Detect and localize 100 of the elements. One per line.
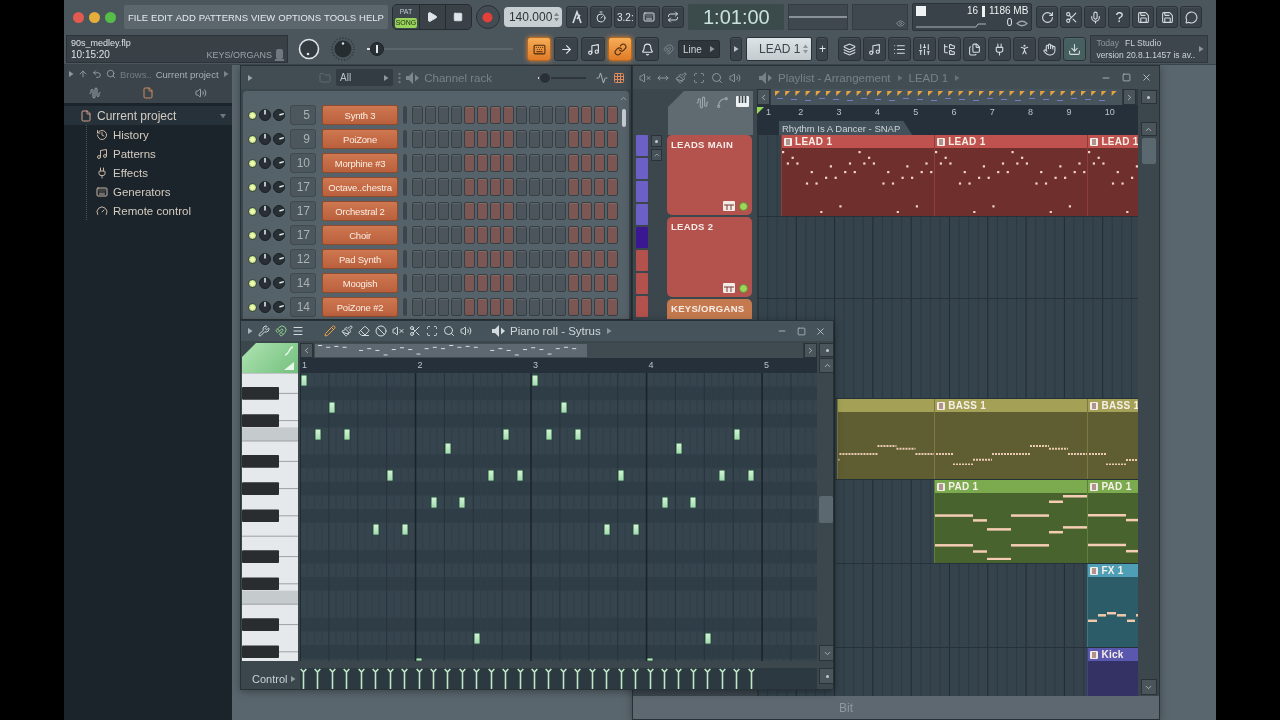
step-button[interactable] (438, 274, 449, 292)
note-block[interactable] (632, 524, 639, 536)
step-button[interactable] (451, 130, 462, 148)
note-block[interactable] (488, 469, 495, 481)
step-button[interactable] (464, 298, 475, 316)
velocity-bar[interactable] (386, 668, 394, 689)
step-button[interactable] (425, 202, 436, 220)
note-block[interactable] (661, 496, 668, 508)
step-button[interactable] (555, 130, 566, 148)
step-button[interactable] (464, 178, 475, 196)
step-button[interactable] (607, 274, 618, 292)
toolbar-button[interactable] (1084, 6, 1107, 28)
step-button[interactable] (542, 250, 553, 268)
velocity-bar[interactable] (372, 668, 380, 689)
step-button[interactable] (529, 226, 540, 244)
step-button[interactable] (464, 226, 475, 244)
velocity-bar[interactable] (531, 668, 538, 689)
note-block[interactable] (603, 524, 610, 536)
velocity-bar[interactable] (545, 668, 553, 689)
step-button[interactable] (594, 250, 605, 268)
step-button[interactable] (516, 154, 527, 172)
step-button[interactable] (568, 202, 579, 220)
step-button[interactable] (607, 202, 618, 220)
tool-button[interactable] (581, 37, 605, 61)
menu-item[interactable]: VIEW (251, 11, 276, 23)
step-button[interactable] (529, 130, 540, 148)
scrollbar-thumb[interactable] (819, 496, 833, 523)
step-button[interactable] (581, 226, 592, 244)
step-button[interactable] (503, 274, 514, 292)
toolbar-button[interactable] (566, 6, 589, 28)
step-button[interactable] (529, 154, 540, 172)
pan-knob[interactable] (259, 133, 271, 145)
note-block[interactable] (401, 524, 408, 536)
step-button[interactable] (412, 154, 423, 172)
velocity-bar[interactable] (415, 668, 423, 689)
velocity-bar[interactable] (733, 668, 741, 689)
download-button[interactable] (1063, 37, 1087, 61)
channel-button[interactable]: Pad Synth (322, 249, 398, 269)
step-button[interactable] (516, 274, 527, 292)
step-button[interactable] (594, 202, 605, 220)
channel-button[interactable]: Orchestral 2 (322, 201, 398, 221)
add-pattern-button[interactable]: + (816, 37, 829, 61)
step-button[interactable] (464, 274, 475, 292)
step-button[interactable] (607, 154, 618, 172)
step-button[interactable] (425, 154, 436, 172)
pitch-knob[interactable] (331, 37, 355, 61)
view-options-button[interactable] (819, 343, 833, 357)
pattern-swatch[interactable] (636, 296, 648, 317)
step-button[interactable] (477, 202, 488, 220)
step-button[interactable] (568, 226, 579, 244)
step-button[interactable] (451, 202, 462, 220)
step-button[interactable] (542, 106, 553, 124)
step-button[interactable] (607, 298, 618, 316)
velocity-bar[interactable] (343, 668, 351, 689)
tool-button[interactable] (554, 37, 578, 61)
step-button[interactable] (425, 274, 436, 292)
note-block[interactable] (748, 469, 755, 481)
menu-item[interactable]: TOOLS (324, 11, 357, 23)
step-button[interactable] (607, 130, 618, 148)
step-button[interactable] (516, 250, 527, 268)
velocity-bar[interactable] (444, 668, 452, 689)
step-button[interactable] (529, 178, 540, 196)
piano-roll-button[interactable] (863, 37, 887, 61)
note-block[interactable] (719, 469, 726, 481)
note-block[interactable] (704, 632, 711, 644)
view-options-button[interactable] (1140, 90, 1157, 104)
step-button[interactable] (490, 106, 501, 124)
velocity-bar[interactable] (718, 668, 726, 689)
volume-knob[interactable] (273, 181, 285, 193)
step-button[interactable] (607, 178, 618, 196)
note-block[interactable] (343, 428, 350, 440)
step-button[interactable] (490, 202, 501, 220)
project-button[interactable] (963, 37, 987, 61)
pan-knob[interactable] (259, 157, 271, 169)
lane-options-button[interactable] (819, 668, 833, 684)
step-button[interactable] (581, 178, 592, 196)
step-button[interactable] (555, 106, 566, 124)
velocity-bar[interactable] (516, 668, 524, 689)
velocity-bar[interactable] (588, 668, 596, 689)
note-block[interactable] (459, 496, 466, 508)
step-button[interactable] (542, 130, 553, 148)
velocity-bar[interactable] (314, 668, 322, 689)
menu-item[interactable]: OPTIONS (278, 11, 322, 23)
step-button[interactable] (438, 250, 449, 268)
velocity-bar[interactable] (487, 668, 495, 689)
tempo-field[interactable]: 140.000 (503, 7, 563, 27)
step-button[interactable] (503, 250, 514, 268)
step-button[interactable] (451, 250, 462, 268)
velocity-bar[interactable] (660, 668, 668, 689)
step-button[interactable] (451, 106, 462, 124)
note-block[interactable] (387, 469, 394, 481)
step-button[interactable] (438, 130, 449, 148)
step-button[interactable] (438, 226, 449, 244)
step-button[interactable] (503, 154, 514, 172)
step-button[interactable] (568, 178, 579, 196)
step-button[interactable] (425, 250, 436, 268)
velocity-bar[interactable] (502, 668, 510, 689)
step-button[interactable] (477, 226, 488, 244)
scroll-down-button[interactable] (819, 645, 833, 661)
step-button[interactable] (594, 106, 605, 124)
